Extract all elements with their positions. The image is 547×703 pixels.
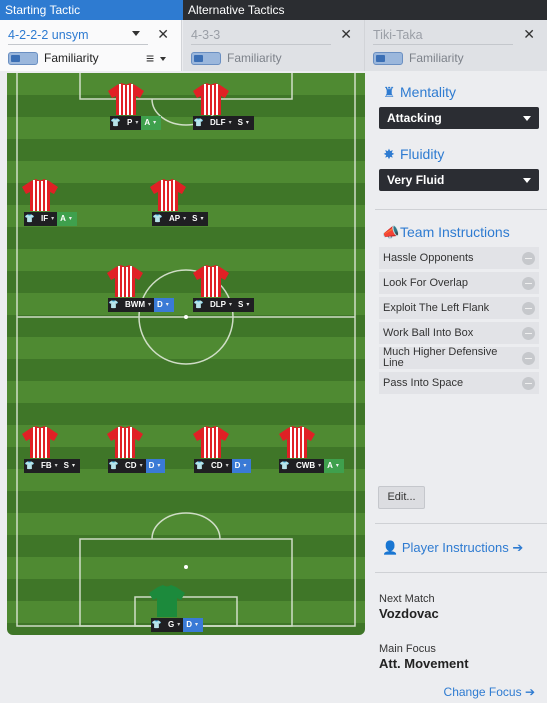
red-white-shirt-icon: [279, 426, 315, 458]
megaphone-icon: 📣: [382, 224, 400, 240]
remove-icon[interactable]: [522, 352, 535, 365]
close-icon[interactable]: ✕: [340, 26, 352, 42]
close-icon[interactable]: ✕: [157, 26, 169, 42]
instruction-item[interactable]: Work Ball Into Box: [379, 322, 539, 344]
familiarity-label: Familiarity: [409, 51, 464, 65]
red-white-shirt-icon: [193, 426, 229, 458]
divider: [375, 523, 547, 524]
tactic-tabs-bar: Starting Tactic Alternative Tactics: [0, 0, 547, 20]
tactic-name-select[interactable]: Tiki-Taka: [373, 25, 513, 45]
player-instructions-link[interactable]: 👤 Player Instructions ➔: [382, 540, 523, 556]
chevron-down-icon[interactable]: [132, 31, 140, 36]
red-white-shirt-icon: [22, 179, 58, 211]
divider: [375, 209, 547, 210]
remove-icon[interactable]: [522, 302, 535, 315]
menu-icon[interactable]: ≡: [146, 51, 154, 65]
player-slot-gk[interactable]: 👕 G ▾ D ▾: [149, 585, 217, 633]
red-white-shirt-icon: [108, 83, 144, 115]
red-white-shirt-icon: [22, 426, 58, 458]
instruction-item[interactable]: Exploit The Left Flank: [379, 297, 539, 319]
instruction-item[interactable]: Much Higher Defensive Line: [379, 347, 539, 369]
red-white-shirt-icon: [150, 179, 186, 211]
remove-icon[interactable]: [522, 377, 535, 390]
role-badge[interactable]: 👕 CD ▾ D ▾: [194, 459, 252, 473]
player-slot-p[interactable]: 👕 P ▾ A ▾: [108, 83, 176, 131]
tactic-name-select[interactable]: 4-3-3: [191, 25, 331, 45]
red-white-shirt-icon: [193, 265, 229, 297]
player-slot-dlp[interactable]: 👕 DLP ▾ S ▾: [193, 265, 261, 313]
next-match-value: Vozdovac: [379, 606, 439, 621]
remove-icon[interactable]: [522, 252, 535, 265]
role-badge[interactable]: 👕 IF ▾ A ▾: [24, 212, 77, 226]
familiarity-label: Familiarity: [227, 51, 282, 65]
tactic-slot-2[interactable]: 4-3-3 ✕ Familiarity: [183, 20, 365, 71]
instruction-item[interactable]: Look For Overlap: [379, 272, 539, 294]
role-badge[interactable]: 👕 BWM ▾ D ▾: [108, 298, 174, 312]
player-slot-fb[interactable]: 👕 FB ▾ S ▾: [22, 426, 90, 474]
mentality-heading: ♜ Mentality: [382, 84, 457, 100]
arrow-right-icon: ➔: [512, 540, 524, 555]
role-badge[interactable]: 👕 G ▾ D ▾: [151, 618, 204, 632]
tactics-pitch: 👕 P ▾ A ▾ 👕 DLF ▾ S ▾ 👕 IF ▾ A ▾ 👕 AP ▾ S ▾ 👕 BWM ▾ D ▾: [7, 73, 365, 635]
main-focus-label: Main Focus: [379, 643, 436, 655]
mentality-icon: ♜: [382, 84, 396, 100]
role-badge[interactable]: 👕 CD ▾ D ▾: [108, 459, 166, 473]
instruction-item[interactable]: Hassle Opponents: [379, 247, 539, 269]
tab-alternative-tactics[interactable]: Alternative Tactics: [183, 0, 547, 20]
player-slot-dlf[interactable]: 👕 DLF ▾ S ▾: [193, 83, 261, 131]
team-instructions-heading[interactable]: 📣Team Instructions: [382, 223, 510, 241]
red-white-shirt-icon: [107, 426, 143, 458]
player-slot-cd-left[interactable]: 👕 CD ▾ D ▾: [107, 426, 175, 474]
next-match-label: Next Match: [379, 593, 435, 605]
role-badge[interactable]: 👕 CWB ▾ A ▾: [279, 459, 344, 473]
person-icon: 👤: [382, 540, 399, 555]
player-slot-if[interactable]: 👕 IF ▾ A ▾: [22, 179, 90, 227]
edit-instructions-button[interactable]: Edit...: [378, 486, 425, 509]
main-focus-value: Att. Movement: [379, 656, 469, 671]
remove-icon[interactable]: [522, 277, 535, 290]
red-white-shirt-icon: [107, 265, 143, 297]
red-white-shirt-icon: [193, 83, 229, 115]
change-focus-link[interactable]: Change Focus ➔: [444, 685, 535, 699]
chevron-down-icon: [523, 178, 531, 183]
familiarity-label: Familiarity: [44, 51, 99, 65]
tactic-slot-1[interactable]: 4-2-2-2 unsym ✕ Familiarity ≡: [0, 20, 182, 71]
tactic-slot-3[interactable]: Tiki-Taka ✕ Familiarity: [365, 20, 547, 71]
player-slot-cwb[interactable]: 👕 CWB ▾ A ▾: [279, 426, 347, 474]
instruction-item[interactable]: Pass Into Space: [379, 372, 539, 394]
player-slot-bwm[interactable]: 👕 BWM ▾ D ▾: [107, 265, 175, 313]
role-badge[interactable]: 👕 P ▾ A ▾: [110, 116, 162, 130]
player-slot-cd-right[interactable]: 👕 CD ▾ D ▾: [193, 426, 261, 474]
goalkeeper-shirt-icon: [149, 585, 185, 617]
familiarity-bar: [8, 52, 38, 65]
fluidity-icon: ✸: [383, 146, 395, 162]
menu-chevron-icon[interactable]: [160, 57, 166, 61]
divider: [375, 572, 547, 573]
role-badge[interactable]: 👕 AP ▾ S ▾: [152, 212, 209, 226]
tactic-sidebar: ♜ Mentality Attacking ✸ Fluidity Very Flui…: [372, 73, 547, 703]
familiarity-bar: [373, 52, 403, 65]
arrow-right-icon: ➔: [524, 685, 535, 699]
close-icon[interactable]: ✕: [523, 26, 535, 42]
pitch-markings: [16, 73, 356, 627]
mentality-select[interactable]: Attacking: [379, 107, 539, 129]
remove-icon[interactable]: [522, 327, 535, 340]
role-badge[interactable]: 👕 FB ▾ S ▾: [24, 459, 81, 473]
fluidity-heading: ✸ Fluidity: [383, 146, 445, 162]
chevron-down-icon: [523, 116, 531, 121]
role-badge[interactable]: 👕 DLP ▾ S ▾: [193, 298, 255, 312]
player-slot-ap[interactable]: 👕 AP ▾ S ▾: [150, 179, 218, 227]
familiarity-bar: [191, 52, 221, 65]
tab-starting-tactic[interactable]: Starting Tactic: [0, 0, 183, 20]
tactic-name-select[interactable]: 4-2-2-2 unsym: [8, 25, 148, 45]
fluidity-select[interactable]: Very Fluid: [379, 169, 539, 191]
role-badge[interactable]: 👕 DLF ▾ S ▾: [193, 116, 254, 130]
